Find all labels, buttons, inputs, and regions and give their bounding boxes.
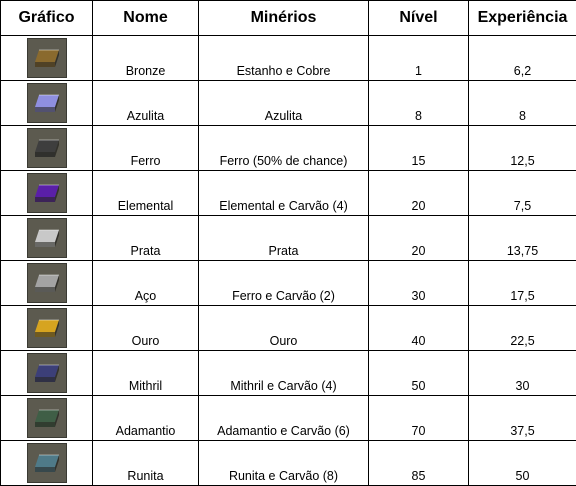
graphic-cell bbox=[1, 441, 93, 486]
level-cell: 15 bbox=[369, 126, 469, 171]
level-cell: 85 bbox=[369, 441, 469, 486]
gold-bar-icon bbox=[33, 316, 61, 340]
level-cell: 30 bbox=[369, 261, 469, 306]
ores-cell: Mithril e Carvão (4) bbox=[199, 351, 369, 396]
table-row-3: Ferro Ferro (50% de chance) 15 12,5 bbox=[1, 126, 576, 171]
ores-cell: Azulita bbox=[199, 81, 369, 126]
level-cell: 8 bbox=[369, 81, 469, 126]
xp-cell: 13,75 bbox=[469, 216, 576, 261]
graphic-cell bbox=[1, 216, 93, 261]
ores-cell: Ferro e Carvão (2) bbox=[199, 261, 369, 306]
table-row-5: Prata Prata 20 13,75 bbox=[1, 216, 576, 261]
icon-tile bbox=[27, 173, 67, 213]
level-cell: 20 bbox=[369, 171, 469, 216]
icon-tile bbox=[27, 128, 67, 168]
smithing-bars-table: Gráfico Nome Minérios Nível Experiência … bbox=[0, 0, 576, 486]
icon-tile bbox=[27, 218, 67, 258]
table-row-1: Bronze Estanho e Cobre 1 6,2 bbox=[1, 36, 576, 81]
name-cell: Prata bbox=[93, 216, 199, 261]
graphic-cell bbox=[1, 396, 93, 441]
name-cell: Mithril bbox=[93, 351, 199, 396]
level-cell: 40 bbox=[369, 306, 469, 351]
name-cell: Adamantio bbox=[93, 396, 199, 441]
table-row-2: Azulita Azulita 8 8 bbox=[1, 81, 576, 126]
level-cell: 1 bbox=[369, 36, 469, 81]
header-nome: Nome bbox=[93, 1, 199, 36]
ores-cell: Ouro bbox=[199, 306, 369, 351]
elemental-bar-icon bbox=[33, 181, 61, 205]
table-body: Bronze Estanho e Cobre 1 6,2 Azulita Azu… bbox=[1, 36, 576, 486]
ores-cell: Adamantio e Carvão (6) bbox=[199, 396, 369, 441]
header-row: Gráfico Nome Minérios Nível Experiência bbox=[1, 1, 576, 36]
graphic-cell bbox=[1, 81, 93, 126]
graphic-cell bbox=[1, 171, 93, 216]
table-row-10: Runita Runita e Carvão (8) 85 50 bbox=[1, 441, 576, 486]
name-cell: Elemental bbox=[93, 171, 199, 216]
bronze-bar-icon bbox=[33, 46, 61, 70]
xp-cell: 30 bbox=[469, 351, 576, 396]
name-cell: Azulita bbox=[93, 81, 199, 126]
name-cell: Ferro bbox=[93, 126, 199, 171]
icon-tile bbox=[27, 38, 67, 78]
iron-bar-icon bbox=[33, 136, 61, 160]
xp-cell: 50 bbox=[469, 441, 576, 486]
ores-cell: Prata bbox=[199, 216, 369, 261]
table-row-6: Aço Ferro e Carvão (2) 30 17,5 bbox=[1, 261, 576, 306]
header-experiencia: Experiência bbox=[469, 1, 576, 36]
xp-cell: 22,5 bbox=[469, 306, 576, 351]
mithril-bar-icon bbox=[33, 361, 61, 385]
icon-tile bbox=[27, 353, 67, 393]
xp-cell: 8 bbox=[469, 81, 576, 126]
header-grafico: Gráfico bbox=[1, 1, 93, 36]
icon-tile bbox=[27, 398, 67, 438]
ores-cell: Runita e Carvão (8) bbox=[199, 441, 369, 486]
header-minerios: Minérios bbox=[199, 1, 369, 36]
runite-bar-icon bbox=[33, 451, 61, 475]
ores-cell: Elemental e Carvão (4) bbox=[199, 171, 369, 216]
xp-cell: 6,2 bbox=[469, 36, 576, 81]
xp-cell: 7,5 bbox=[469, 171, 576, 216]
name-cell: Aço bbox=[93, 261, 199, 306]
icon-tile bbox=[27, 308, 67, 348]
ores-cell: Ferro (50% de chance) bbox=[199, 126, 369, 171]
graphic-cell bbox=[1, 351, 93, 396]
silver-bar-icon bbox=[33, 226, 61, 250]
steel-bar-icon bbox=[33, 271, 61, 295]
level-cell: 70 bbox=[369, 396, 469, 441]
name-cell: Ouro bbox=[93, 306, 199, 351]
xp-cell: 37,5 bbox=[469, 396, 576, 441]
blurite-bar-icon bbox=[33, 91, 61, 115]
xp-cell: 17,5 bbox=[469, 261, 576, 306]
icon-tile bbox=[27, 263, 67, 303]
icon-tile bbox=[27, 83, 67, 123]
name-cell: Bronze bbox=[93, 36, 199, 81]
icon-tile bbox=[27, 443, 67, 483]
xp-cell: 12,5 bbox=[469, 126, 576, 171]
level-cell: 50 bbox=[369, 351, 469, 396]
table-row-9: Adamantio Adamantio e Carvão (6) 70 37,5 bbox=[1, 396, 576, 441]
table-row-7: Ouro Ouro 40 22,5 bbox=[1, 306, 576, 351]
header-nivel: Nível bbox=[369, 1, 469, 36]
graphic-cell bbox=[1, 261, 93, 306]
ores-cell: Estanho e Cobre bbox=[199, 36, 369, 81]
table-row-8: Mithril Mithril e Carvão (4) 50 30 bbox=[1, 351, 576, 396]
graphic-cell bbox=[1, 306, 93, 351]
table-row-4: Elemental Elemental e Carvão (4) 20 7,5 bbox=[1, 171, 576, 216]
level-cell: 20 bbox=[369, 216, 469, 261]
adamantite-bar-icon bbox=[33, 406, 61, 430]
graphic-cell bbox=[1, 126, 93, 171]
name-cell: Runita bbox=[93, 441, 199, 486]
graphic-cell bbox=[1, 36, 93, 81]
